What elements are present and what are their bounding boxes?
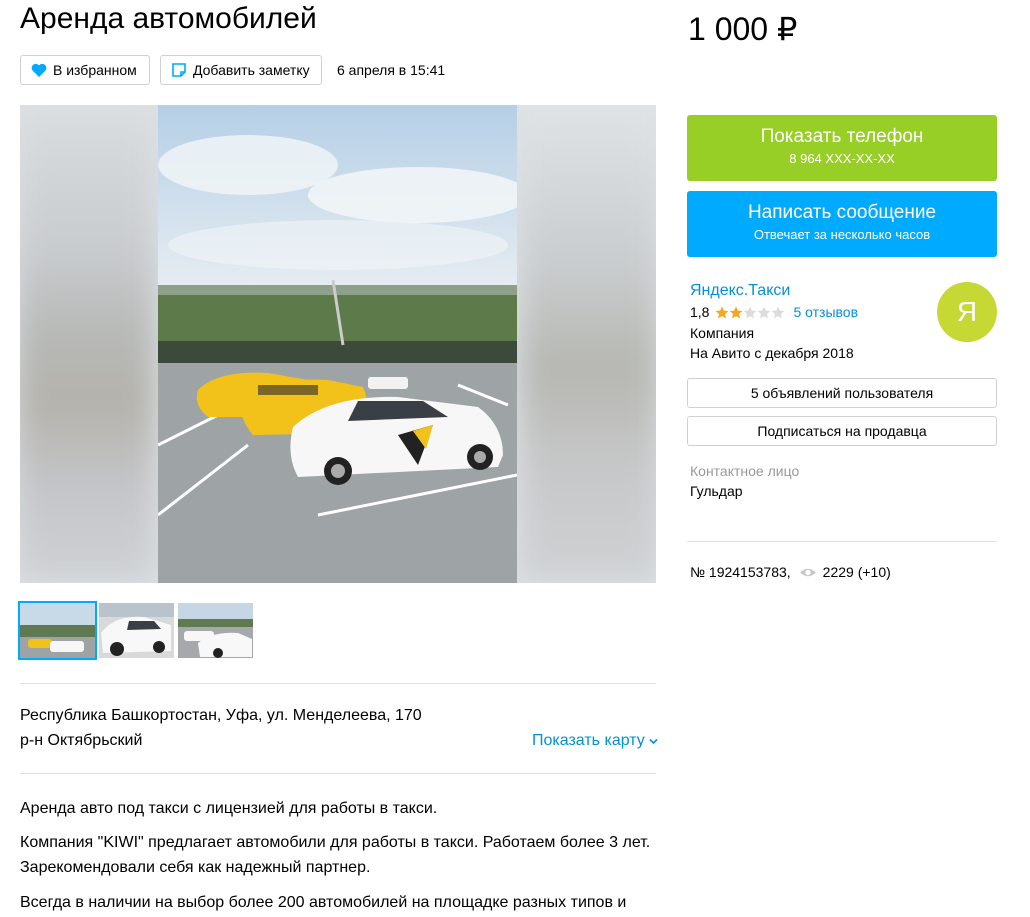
address: Республика Башкортостан, Уфа, ул. Мендел… <box>20 707 422 724</box>
chevron-down-icon <box>649 732 658 749</box>
show-map-link[interactable]: Показать карту <box>532 732 658 750</box>
seller-rating: 1,8 5 отзывов <box>690 304 858 320</box>
thumbnail-2-image <box>99 603 174 658</box>
star-icon <box>730 306 743 318</box>
add-note-label: Добавить заметку <box>193 62 310 78</box>
gallery-blur-left <box>20 105 156 583</box>
favorite-button[interactable]: В избранном <box>20 55 150 85</box>
favorite-label: В избранном <box>53 62 137 78</box>
views-count: 2229 (+10) <box>822 564 891 580</box>
write-message-label: Написать сообщение <box>747 202 937 223</box>
seller-name-link[interactable]: Яндекс.Такси <box>690 282 790 300</box>
note-icon <box>171 62 187 78</box>
thumbnail-1-image <box>20 603 95 658</box>
description-paragraph: Аренда авто под такси с лицензией для ра… <box>20 800 438 817</box>
avatar[interactable]: Я <box>937 282 997 342</box>
eye-icon <box>799 567 817 578</box>
price: 1 000 ₽ <box>688 11 798 47</box>
divider <box>687 541 997 542</box>
subscribe-seller-button[interactable]: Подписаться на продавца <box>687 416 997 446</box>
thumbnail-2[interactable] <box>99 603 174 658</box>
gallery-blur-right <box>520 105 656 583</box>
rating-stars <box>715 306 785 319</box>
publish-date: 6 апреля в 15:41 <box>337 62 446 78</box>
thumbnail-1[interactable] <box>18 601 97 660</box>
divider <box>20 773 656 774</box>
star-icon <box>744 306 757 318</box>
write-message-button[interactable]: Написать сообщение Отвечает за несколько… <box>687 191 997 257</box>
photo-gallery[interactable] <box>20 105 656 583</box>
listing-meta: № 1924153783, 2229 (+10) <box>690 564 891 580</box>
heart-icon <box>31 63 47 78</box>
reviews-link[interactable]: 5 отзывов <box>793 304 858 320</box>
page-title: Аренда автомобилей <box>20 2 317 35</box>
listing-number: № 1924153783, <box>690 564 791 580</box>
show-phone-label: Показать телефон <box>760 126 924 147</box>
district: р-н Октябрьский <box>20 732 143 749</box>
star-icon <box>772 306 785 318</box>
star-icon <box>716 306 729 318</box>
contact-person-label: Контактное лицо <box>690 463 800 479</box>
divider <box>20 683 656 684</box>
contact-person-name: Гульдар <box>690 483 743 499</box>
add-note-button[interactable]: Добавить заметку <box>160 55 322 85</box>
thumbnail-3[interactable] <box>178 603 253 658</box>
star-icon <box>758 306 771 318</box>
rating-value: 1,8 <box>690 304 710 320</box>
description-paragraph: Компания "KIWI" предлагает автомобили дл… <box>20 834 651 851</box>
description-paragraph: Зарекомендовали себя как надежный партне… <box>20 859 371 876</box>
show-map-label: Показать карту <box>532 732 645 749</box>
description-paragraph: Всегда в наличии на выбор более 200 авто… <box>20 894 627 911</box>
show-phone-button[interactable]: Показать телефон 8 964 XXX-XX-XX <box>687 115 997 181</box>
response-time: Отвечает за несколько часов <box>753 227 931 242</box>
seller-ads-button[interactable]: 5 объявлений пользователя <box>687 378 997 408</box>
thumbnail-3-image <box>178 603 253 658</box>
seller-type: Компания <box>690 325 755 341</box>
phone-masked: 8 964 XXX-XX-XX <box>789 151 895 166</box>
main-photo[interactable] <box>158 105 517 583</box>
seller-since: На Авито с декабря 2018 <box>690 345 854 361</box>
